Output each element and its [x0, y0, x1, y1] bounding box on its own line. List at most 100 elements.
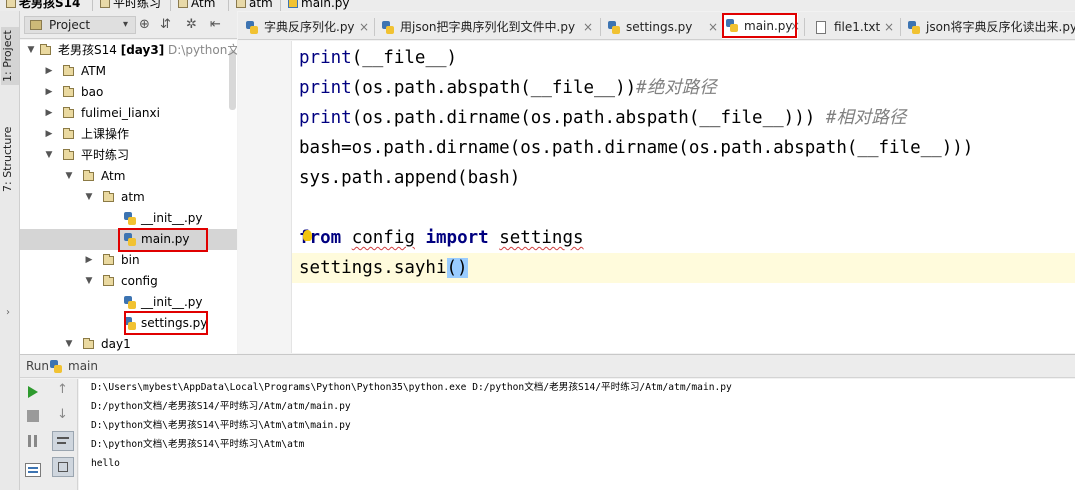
- folder-icon: [236, 0, 246, 8]
- soft-wrap-icon[interactable]: [52, 431, 74, 451]
- tree-item-folder[interactable]: ▶ fulimei_lianxi: [20, 103, 237, 124]
- tool-tab-project[interactable]: 1: Project: [1, 27, 19, 85]
- arrow-down-icon[interactable]: ↓: [57, 407, 68, 422]
- lightbulb-icon[interactable]: [303, 230, 312, 241]
- editor-tab-bar: 字典反序列化.py × 用json把字典序列化到文件中.py × setting…: [238, 12, 1075, 40]
- run-toolbar-primary: [20, 379, 46, 490]
- gear-icon[interactable]: ✲: [186, 17, 197, 32]
- layout-icon[interactable]: [25, 463, 41, 477]
- folder-icon: [63, 65, 74, 76]
- code-line[interactable]: print(__file__): [299, 43, 457, 73]
- folder-icon: [6, 0, 16, 8]
- python-file-icon: [50, 360, 62, 373]
- console-line: D:/python文档/老男孩S14/平时练习/Atm/atm/main.py: [91, 401, 351, 412]
- project-icon: [30, 20, 42, 30]
- tree-item-folder[interactable]: ▼ day1: [20, 334, 237, 354]
- tree-item-folder[interactable]: ▶ bin: [20, 250, 237, 271]
- tool-tab-structure[interactable]: 7: Structure: [1, 119, 19, 199]
- close-icon[interactable]: ×: [708, 15, 718, 39]
- python-file-icon: [124, 212, 136, 225]
- tree-item-file[interactable]: __init__.py: [20, 208, 237, 229]
- collapse-arrow-icon[interactable]: ▼: [64, 166, 74, 187]
- breadcrumb-item-atm-root[interactable]: Atm: [178, 0, 215, 11]
- folder-icon: [83, 170, 94, 181]
- folder-icon: [63, 107, 74, 118]
- project-tree: ▼ 老男孩S14 [day3] D:\python文 ▶ ATM ▶ bao ▶…: [20, 40, 237, 354]
- folder-icon: [103, 275, 114, 286]
- breadcrumb-item-practice[interactable]: 平时练习: [100, 0, 161, 11]
- chevron-right-icon[interactable]: ›: [6, 307, 10, 318]
- expand-arrow-icon[interactable]: ▶: [44, 103, 54, 124]
- scroll-from-source-icon[interactable]: ⊕: [139, 17, 150, 32]
- tab-file1-txt[interactable]: file1.txt ×: [812, 15, 896, 39]
- code-line[interactable]: bash=os.path.dirname(os.path.dirname(os.…: [299, 133, 973, 163]
- code-line-current[interactable]: settings.sayhi(): [299, 253, 468, 283]
- python-file-icon: [124, 296, 136, 309]
- console-line: hello: [91, 458, 120, 469]
- expand-arrow-icon[interactable]: ▶: [44, 82, 54, 103]
- breadcrumb-item-main[interactable]: main.py: [288, 0, 350, 11]
- tab-json-serialize[interactable]: 用json把字典序列化到文件中.py ×: [378, 15, 596, 39]
- highlight-box: [124, 311, 208, 335]
- expand-arrow-icon[interactable]: ▶: [44, 124, 54, 145]
- code-editor[interactable]: print(__file__) print(os.path.abspath(__…: [238, 41, 1075, 353]
- expand-arrow-icon[interactable]: ▶: [84, 250, 94, 271]
- tab-json-deserialize[interactable]: json将字典反序化读出来.py: [904, 15, 1075, 39]
- tree-item-folder[interactable]: ▼ 平时练习: [20, 145, 237, 166]
- tab-settings[interactable]: settings.py ×: [604, 15, 720, 39]
- collapse-arrow-icon[interactable]: ▼: [44, 145, 54, 166]
- highlight-box: [722, 13, 797, 38]
- tree-item-folder[interactable]: ▶ 上课操作: [20, 124, 237, 145]
- console-line: D:\python文档\老男孩S14\平时练习\Atm\atm\main.py: [91, 420, 351, 431]
- python-file-icon: [382, 21, 394, 34]
- run-panel-title: Run: [26, 359, 50, 373]
- project-panel-title: Project: [49, 18, 91, 32]
- arrow-up-icon[interactable]: ↑: [57, 382, 68, 397]
- hide-panel-icon[interactable]: ⇤: [210, 17, 221, 32]
- highlight-box: [118, 228, 208, 252]
- pause-icon[interactable]: [27, 435, 39, 447]
- python-file-icon: [288, 0, 298, 8]
- project-panel-header: Project ▾ ⊕ ⇵ ✲ ⇤: [20, 11, 237, 39]
- close-icon[interactable]: ×: [884, 15, 894, 39]
- close-icon[interactable]: ×: [359, 15, 369, 39]
- breadcrumb-item-atm[interactable]: atm: [236, 0, 273, 11]
- breadcrumb-item-project[interactable]: 老男孩S14: [6, 0, 80, 11]
- collapse-arrow-icon[interactable]: ▼: [64, 334, 74, 354]
- folder-icon: [63, 128, 74, 139]
- chevron-down-icon: ▾: [123, 19, 129, 30]
- tree-item-folder[interactable]: ▼ config: [20, 271, 237, 292]
- code-line[interactable]: sys.path.append(bash): [299, 163, 520, 193]
- tree-item-folder[interactable]: ▼ Atm: [20, 166, 237, 187]
- run-panel-header: Run main: [20, 354, 1075, 378]
- tree-item-folder[interactable]: ▶ ATM: [20, 61, 237, 82]
- tree-item-file[interactable]: __init__.py: [20, 292, 237, 313]
- scroll-to-end-icon[interactable]: [52, 457, 74, 477]
- collapse-arrow-icon[interactable]: ▼: [84, 187, 94, 208]
- collapse-arrow-icon[interactable]: ▼: [26, 40, 36, 61]
- folder-icon: [83, 338, 94, 349]
- collapse-all-icon[interactable]: ⇵: [160, 17, 171, 32]
- rerun-icon[interactable]: [27, 385, 39, 399]
- close-icon[interactable]: ×: [583, 15, 593, 39]
- run-console-output[interactable]: D:\Users\mybest\AppData\Local\Programs\P…: [79, 379, 1075, 490]
- folder-icon: [103, 191, 114, 202]
- tree-item-folder[interactable]: ▼ atm: [20, 187, 237, 208]
- collapse-arrow-icon[interactable]: ▼: [84, 271, 94, 292]
- folder-icon: [103, 254, 114, 265]
- tab-dict-deserialize[interactable]: 字典反序列化.py ×: [242, 15, 370, 39]
- code-line[interactable]: print(os.path.abspath(__file__))#绝对路径: [299, 73, 717, 103]
- tree-item-project-root[interactable]: ▼ 老男孩S14 [day3] D:\python文: [20, 40, 237, 61]
- expand-arrow-icon[interactable]: ▶: [44, 61, 54, 82]
- python-file-icon: [608, 21, 620, 34]
- folder-icon: [63, 149, 74, 160]
- tree-item-folder[interactable]: ▶ bao: [20, 82, 237, 103]
- run-config-name: main: [68, 359, 98, 373]
- folder-icon: [178, 0, 188, 8]
- code-line[interactable]: print(os.path.dirname(os.path.abspath(__…: [299, 103, 906, 133]
- python-file-icon: [246, 21, 258, 34]
- stop-icon[interactable]: [27, 410, 39, 422]
- project-view-selector[interactable]: Project ▾: [24, 16, 136, 34]
- left-tool-strip: 1: Project 7: Structure ›: [0, 11, 20, 490]
- code-line[interactable]: from config import settings: [299, 223, 584, 253]
